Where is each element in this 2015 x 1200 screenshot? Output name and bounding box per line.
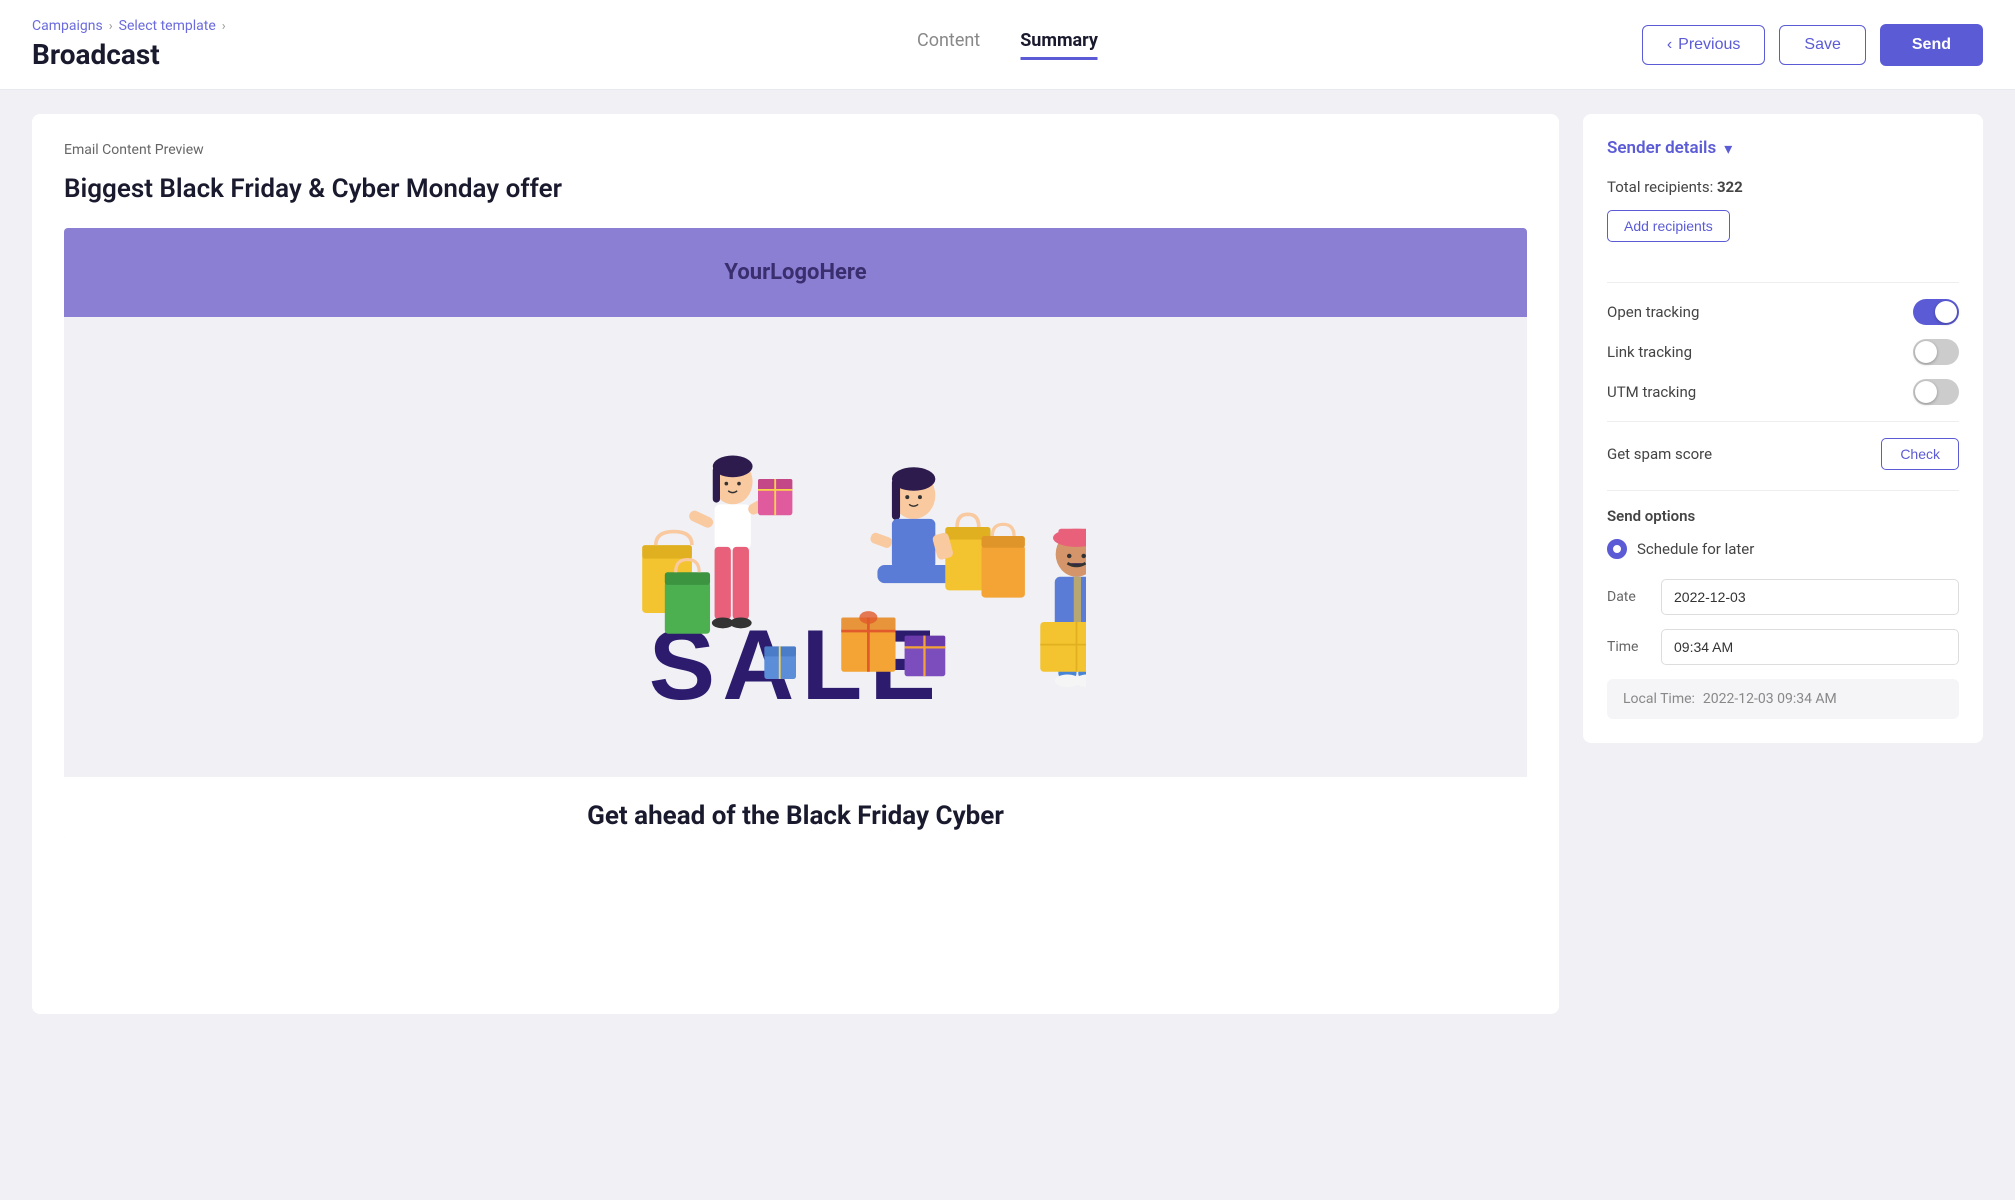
open-tracking-knob xyxy=(1935,301,1957,323)
divider-2 xyxy=(1607,421,1959,422)
previous-label: Previous xyxy=(1678,36,1740,54)
link-tracking-toggle[interactable] xyxy=(1913,339,1959,365)
check-button[interactable]: Check xyxy=(1881,438,1959,470)
breadcrumb-select-template[interactable]: Select template xyxy=(119,18,216,34)
divider-3 xyxy=(1607,490,1959,491)
breadcrumb-separator-2: › xyxy=(222,19,226,34)
spam-score-label: Get spam score xyxy=(1607,445,1712,463)
email-logo-bar: YourLogoHere xyxy=(64,228,1527,317)
logo-bold: Here xyxy=(819,260,866,285)
total-recipients-label: Total recipients: xyxy=(1607,178,1713,196)
utm-tracking-knob xyxy=(1915,381,1937,403)
date-input[interactable] xyxy=(1661,579,1959,615)
tab-area: Content Summary xyxy=(917,30,1098,60)
link-tracking-label: Link tracking xyxy=(1607,343,1692,361)
breadcrumb-separator-1: › xyxy=(109,19,113,34)
logo-normal: YourLogo xyxy=(724,260,819,285)
link-tracking-row: Link tracking xyxy=(1607,339,1959,365)
link-tracking-knob xyxy=(1915,341,1937,363)
page-title: Broadcast xyxy=(32,38,226,71)
send-button[interactable]: Send xyxy=(1880,24,1983,66)
schedule-radio-row[interactable]: Schedule for later xyxy=(1607,539,1959,559)
email-subject: Biggest Black Friday & Cyber Monday offe… xyxy=(64,174,1527,204)
total-recipients-count: 322 xyxy=(1717,178,1743,196)
top-bar: Campaigns › Select template › Broadcast … xyxy=(0,0,2015,90)
action-buttons: ‹ Previous Save Send xyxy=(1642,24,1983,66)
email-preview-panel: Email Content Preview Biggest Black Frid… xyxy=(32,114,1559,1014)
utm-tracking-toggle[interactable] xyxy=(1913,379,1959,405)
time-input[interactable] xyxy=(1661,629,1959,665)
sender-panel: Sender details ▾ Total recipients: 322 A… xyxy=(1583,114,1983,743)
illustration-container: SALE xyxy=(506,337,1086,757)
breadcrumb: Campaigns › Select template › xyxy=(32,18,226,34)
schedule-radio-label: Schedule for later xyxy=(1637,540,1754,558)
spam-score-row: Get spam score Check xyxy=(1607,438,1959,470)
save-button[interactable]: Save xyxy=(1779,25,1865,65)
email-headline: Get ahead of the Black Friday Cyber xyxy=(64,777,1527,839)
sender-details-title: Sender details xyxy=(1607,138,1716,158)
utm-tracking-label: UTM tracking xyxy=(1607,383,1696,401)
recipients-row: Total recipients: 322 xyxy=(1607,178,1959,196)
breadcrumb-area: Campaigns › Select template › Broadcast xyxy=(32,18,226,71)
previous-button[interactable]: ‹ Previous xyxy=(1642,25,1766,65)
date-row: Date xyxy=(1607,579,1959,615)
chevron-left-icon: ‹ xyxy=(1667,36,1672,54)
recipients-label: Total recipients: 322 xyxy=(1607,178,1743,196)
time-label: Time xyxy=(1607,639,1647,655)
email-body: YourLogoHere SALE xyxy=(64,228,1527,839)
schedule-radio[interactable] xyxy=(1607,539,1627,559)
open-tracking-row: Open tracking xyxy=(1607,299,1959,325)
tab-content[interactable]: Content xyxy=(917,30,980,60)
local-time-value: 2022-12-03 09:34 AM xyxy=(1703,691,1837,707)
send-options-title: Send options xyxy=(1607,507,1959,525)
open-tracking-label: Open tracking xyxy=(1607,303,1699,321)
sender-details-header: Sender details ▾ xyxy=(1607,138,1959,158)
add-recipients-button[interactable]: Add recipients xyxy=(1607,210,1730,242)
date-label: Date xyxy=(1607,589,1647,605)
tab-summary[interactable]: Summary xyxy=(1020,30,1098,60)
shopping-illustration-svg: SALE xyxy=(506,337,1086,717)
open-tracking-toggle[interactable] xyxy=(1913,299,1959,325)
utm-tracking-row: UTM tracking xyxy=(1607,379,1959,405)
breadcrumb-campaigns[interactable]: Campaigns xyxy=(32,18,103,34)
time-row: Time xyxy=(1607,629,1959,665)
chevron-down-icon[interactable]: ▾ xyxy=(1724,139,1732,158)
divider-1 xyxy=(1607,282,1959,283)
preview-label: Email Content Preview xyxy=(64,142,1527,158)
local-time-row: Local Time: 2022-12-03 09:34 AM xyxy=(1607,679,1959,719)
local-time-label: Local Time: xyxy=(1623,691,1695,707)
main-content: Email Content Preview Biggest Black Frid… xyxy=(0,90,2015,1038)
email-illustration: SALE xyxy=(64,317,1527,777)
email-logo-text: YourLogoHere xyxy=(84,260,1507,285)
